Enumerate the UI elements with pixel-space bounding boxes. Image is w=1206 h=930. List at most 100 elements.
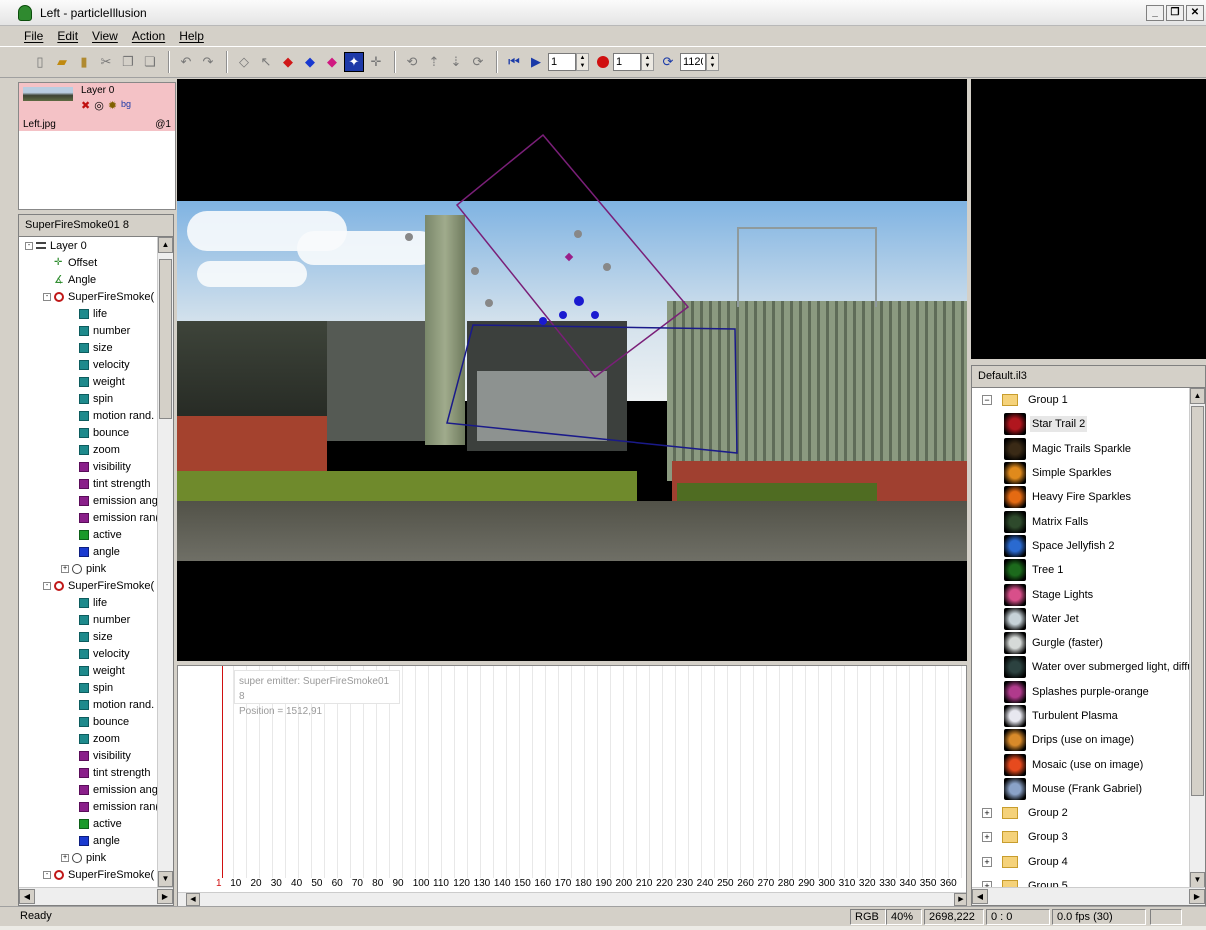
library-emitter-item[interactable]: Heavy Fire Sparkles bbox=[972, 485, 1190, 509]
expand-icon[interactable]: + bbox=[982, 832, 992, 843]
library-emitter-item[interactable]: Water over submerged light, diffu bbox=[972, 655, 1190, 679]
emitter-tool-icon[interactable]: ◇ bbox=[234, 52, 254, 72]
expand-icon[interactable]: + bbox=[61, 564, 69, 573]
minimize-button[interactable]: _ bbox=[1146, 5, 1164, 21]
emitter-point-blue[interactable] bbox=[559, 311, 567, 319]
emitter-point-blue[interactable] bbox=[574, 296, 584, 306]
menu-edit[interactable]: Edit bbox=[57, 29, 78, 43]
library-group[interactable]: + Group 2 bbox=[972, 801, 1190, 825]
rotate-down-icon[interactable]: ⇣ bbox=[446, 52, 466, 72]
tree-row[interactable]: - SuperFireSmoke( bbox=[19, 577, 157, 594]
scroll-left-icon[interactable]: ◀ bbox=[186, 893, 200, 906]
library-vertical-scrollbar[interactable]: ▲ ▼ bbox=[1189, 388, 1205, 888]
tree-row[interactable]: - SuperFireSmoke( bbox=[19, 288, 157, 305]
timeline-horizontal-scrollbar[interactable]: ◀ ▶ bbox=[178, 892, 966, 906]
paste-icon[interactable]: ❏ bbox=[140, 52, 160, 72]
tree-row[interactable]: - Layer 0 bbox=[19, 237, 157, 254]
expand-icon[interactable]: + bbox=[61, 853, 69, 862]
collapse-icon[interactable]: − bbox=[982, 395, 992, 406]
library-emitter-item[interactable]: Mouse (Frank Gabriel) bbox=[972, 777, 1190, 801]
current-frame-stepper[interactable]: ▲ ▼ bbox=[576, 53, 589, 71]
library-group[interactable]: + Group 3 bbox=[972, 825, 1190, 849]
library-emitter-item[interactable]: Gurgle (faster) bbox=[972, 631, 1190, 655]
tree-row[interactable]: number bbox=[19, 611, 157, 628]
select-tool-icon[interactable]: ↖ bbox=[256, 52, 276, 72]
tree-row[interactable]: life bbox=[19, 594, 157, 611]
rewind-icon[interactable]: ⏮ bbox=[504, 52, 524, 72]
library-group[interactable]: + Group 4 bbox=[972, 850, 1190, 874]
tree-row[interactable]: emission ran( bbox=[19, 509, 157, 526]
tree-row[interactable]: angle bbox=[19, 832, 157, 849]
redo-icon[interactable]: ↷ bbox=[198, 52, 218, 72]
collapse-icon[interactable]: - bbox=[43, 581, 51, 590]
layer-row-selected[interactable]: Layer 0 ✖ ◎ ✹ bg Left.jpg @1 bbox=[19, 83, 175, 131]
save-icon[interactable]: ▮ bbox=[74, 52, 94, 72]
loop-icon[interactable]: ⟳ bbox=[658, 52, 678, 72]
tree-row[interactable]: visibility bbox=[19, 458, 157, 475]
menu-help[interactable]: Help bbox=[179, 29, 204, 43]
end-frame-input[interactable] bbox=[680, 53, 706, 71]
hide-layer-icon[interactable]: ✖ bbox=[81, 99, 90, 112]
library-emitter-item[interactable]: Simple Sparkles bbox=[972, 461, 1190, 485]
library-emitter-item[interactable]: Tree 1 bbox=[972, 558, 1190, 582]
tree-row[interactable]: weight bbox=[19, 373, 157, 390]
scroll-up-icon[interactable]: ▲ bbox=[158, 237, 173, 253]
tree-row[interactable]: motion rand. bbox=[19, 407, 157, 424]
tree-row[interactable]: ✛ Offset bbox=[19, 254, 157, 271]
scroll-thumb[interactable] bbox=[1191, 406, 1204, 796]
tree-row[interactable]: active bbox=[19, 815, 157, 832]
tree-row[interactable]: size bbox=[19, 628, 157, 645]
menu-file[interactable]: File bbox=[24, 29, 43, 43]
tree-row[interactable]: - SuperFireSmoke( bbox=[19, 866, 157, 883]
collapse-icon[interactable]: - bbox=[43, 292, 51, 301]
tree-row[interactable]: ∡ Angle bbox=[19, 271, 157, 288]
library-emitter-item[interactable]: Matrix Falls bbox=[972, 509, 1190, 533]
tree-row[interactable]: + pink bbox=[19, 560, 157, 577]
library-emitter-item[interactable]: Space Jellyfish 2 bbox=[972, 534, 1190, 558]
tree-row[interactable]: size bbox=[19, 339, 157, 356]
bg-icon[interactable]: bg bbox=[121, 99, 131, 112]
tree-row[interactable]: motion rand. bbox=[19, 696, 157, 713]
scroll-up-icon[interactable]: ▲ bbox=[1190, 388, 1205, 404]
timeline-playhead[interactable] bbox=[222, 666, 223, 878]
tree-row[interactable]: weight bbox=[19, 662, 157, 679]
collapse-icon[interactable]: - bbox=[43, 870, 51, 879]
stage-viewport[interactable] bbox=[177, 79, 967, 661]
library-emitter-item[interactable]: Stage Lights bbox=[972, 582, 1190, 606]
tree-row[interactable]: tint strength bbox=[19, 475, 157, 492]
scroll-down-icon[interactable]: ▼ bbox=[1190, 872, 1205, 888]
scroll-left-icon[interactable]: ◀ bbox=[19, 889, 35, 904]
rotate-left-icon[interactable]: ⟲ bbox=[402, 52, 422, 72]
library-emitter-item[interactable]: Mosaic (use on image) bbox=[972, 752, 1190, 776]
rotate-right-icon[interactable]: ⟳ bbox=[468, 52, 488, 72]
tree-row[interactable]: + pink bbox=[19, 849, 157, 866]
menu-action[interactable]: Action bbox=[132, 29, 165, 43]
record-frame-stepper[interactable]: ▲ ▼ bbox=[641, 53, 654, 71]
tree-row[interactable]: angle bbox=[19, 543, 157, 560]
pink-emitter-icon[interactable]: ◆ bbox=[322, 52, 342, 72]
scroll-right-icon[interactable]: ▶ bbox=[954, 893, 966, 906]
scroll-down-icon[interactable]: ▼ bbox=[158, 871, 173, 887]
rotate-up-icon[interactable]: ⇡ bbox=[424, 52, 444, 72]
library-emitter-item[interactable]: Magic Trails Sparkle bbox=[972, 437, 1190, 461]
end-frame-stepper[interactable]: ▲ ▼ bbox=[706, 53, 719, 71]
tree-row[interactable]: zoom bbox=[19, 730, 157, 747]
library-emitter-item[interactable]: Water Jet bbox=[972, 607, 1190, 631]
current-frame-input[interactable] bbox=[548, 53, 576, 71]
record-frame-input[interactable] bbox=[613, 53, 641, 71]
tree-row[interactable]: spin bbox=[19, 390, 157, 407]
emitter-point-blue[interactable] bbox=[591, 311, 599, 319]
record-icon[interactable] bbox=[597, 56, 609, 68]
library-group[interactable]: − Group 1 bbox=[972, 388, 1190, 412]
emitter-point-pink[interactable] bbox=[564, 252, 574, 262]
scroll-thumb[interactable] bbox=[159, 259, 172, 419]
menu-view[interactable]: View bbox=[92, 29, 118, 43]
tree-row[interactable]: number bbox=[19, 322, 157, 339]
tree-row[interactable]: emission ran( bbox=[19, 798, 157, 815]
collapse-icon[interactable]: - bbox=[25, 241, 33, 250]
maximize-button[interactable]: ❐ bbox=[1166, 5, 1184, 21]
emitter-bounds-pink[interactable] bbox=[455, 133, 690, 379]
scroll-left-icon[interactable]: ◀ bbox=[972, 889, 988, 904]
tree-row[interactable]: visibility bbox=[19, 747, 157, 764]
tree-row[interactable]: velocity bbox=[19, 645, 157, 662]
